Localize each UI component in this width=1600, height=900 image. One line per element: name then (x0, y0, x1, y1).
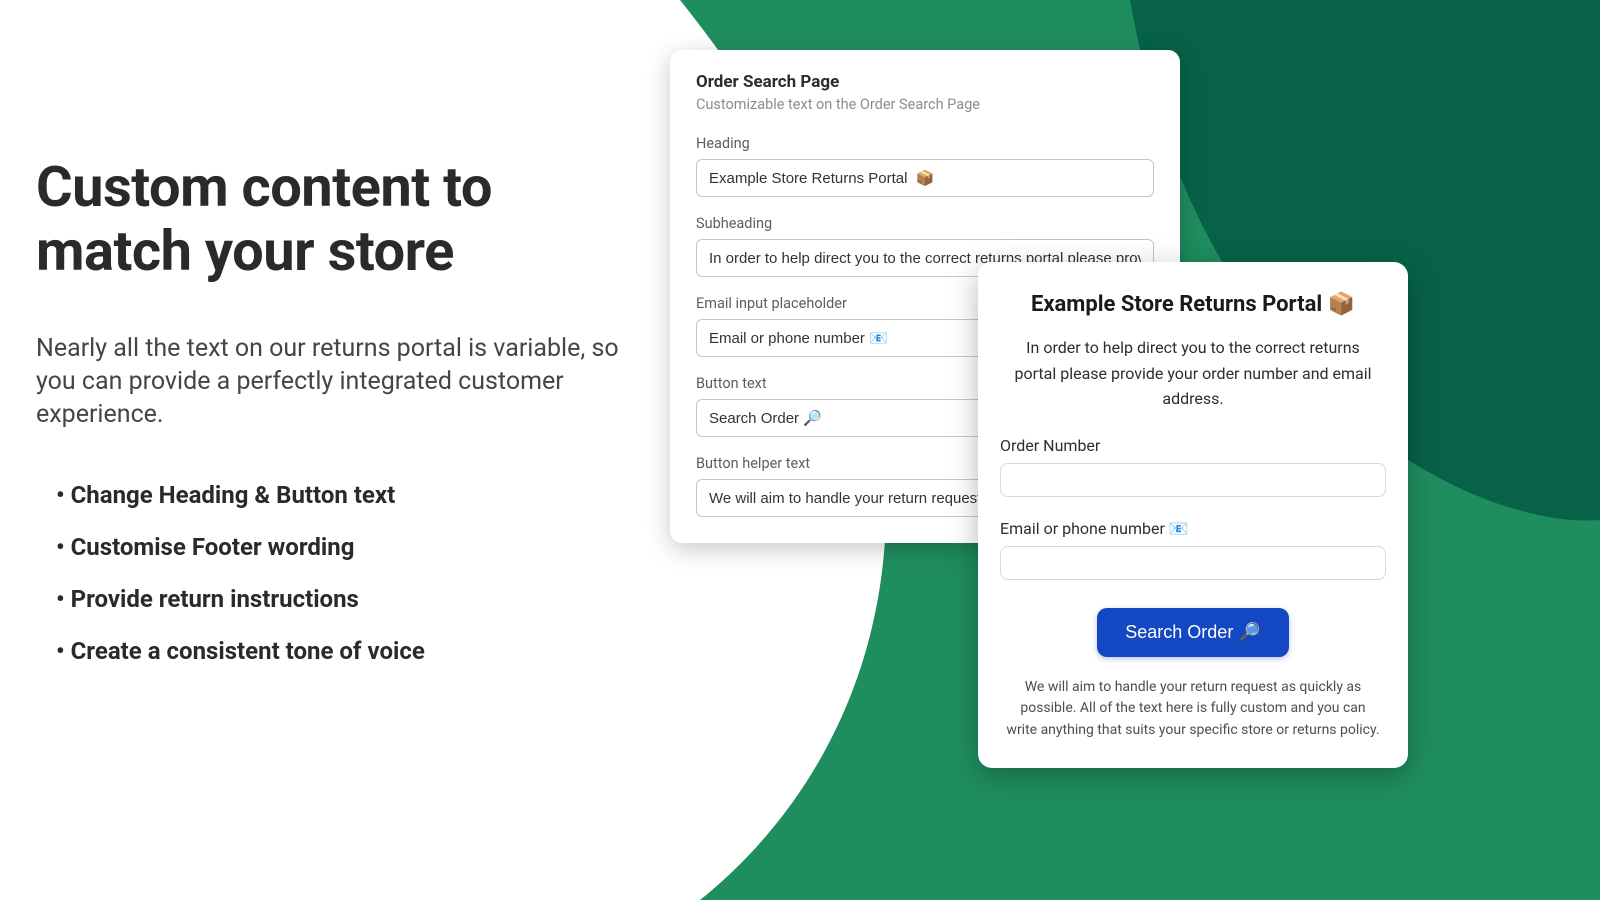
bullet-item: Provide return instructions (56, 585, 626, 613)
bullet-item: Customise Footer wording (56, 533, 626, 561)
email-input[interactable] (1000, 546, 1386, 580)
portal-title: Example Store Returns Portal 📦 (1000, 292, 1386, 317)
order-number-input[interactable] (1000, 463, 1386, 497)
marketing-copy: Custom content to match your store Nearl… (36, 155, 626, 689)
subheadline: Nearly all the text on our returns porta… (36, 332, 626, 431)
heading-input[interactable] (696, 159, 1154, 197)
headline: Custom content to match your store (36, 155, 626, 284)
email-label: Email or phone number 📧 (1000, 519, 1386, 538)
search-order-button[interactable]: Search Order 🔎 (1097, 608, 1288, 657)
admin-card-subtitle: Customizable text on the Order Search Pa… (696, 96, 1154, 113)
bullet-item: Change Heading & Button text (56, 481, 626, 509)
bullet-list: Change Heading & Button text Customise F… (36, 481, 626, 665)
portal-helper-text: We will aim to handle your return reques… (1000, 677, 1386, 742)
portal-description: In order to help direct you to the corre… (1000, 335, 1386, 412)
admin-card-title: Order Search Page (696, 72, 1154, 92)
field-label-subheading: Subheading (696, 215, 1154, 232)
order-number-label: Order Number (1000, 436, 1386, 455)
bullet-item: Create a consistent tone of voice (56, 637, 626, 665)
field-label-heading: Heading (696, 135, 1154, 152)
portal-preview-card: Example Store Returns Portal 📦 In order … (978, 262, 1408, 768)
